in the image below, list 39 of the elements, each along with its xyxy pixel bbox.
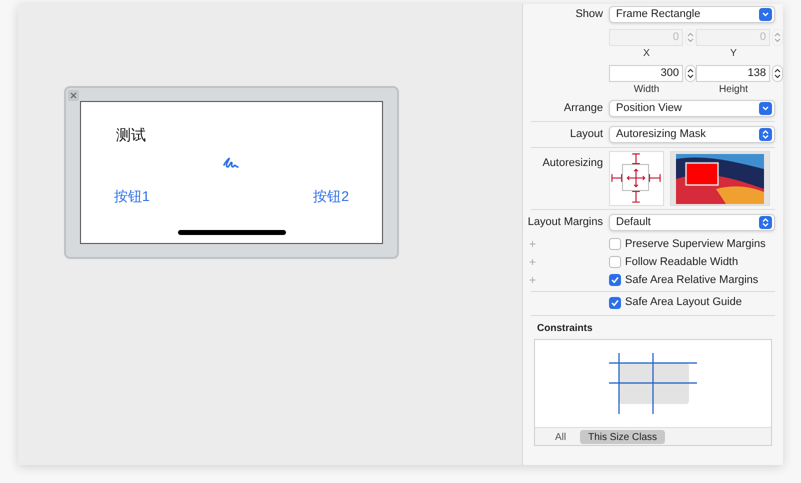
popup-chevron-icon (759, 128, 772, 141)
checkbox[interactable] (609, 296, 621, 308)
show-popup[interactable]: Frame Rectangle (609, 6, 775, 23)
field-caption: Y (730, 47, 738, 60)
popup-chevron-icon (759, 102, 772, 115)
arrange-popup[interactable]: Position View (609, 100, 775, 117)
checkbox[interactable] (609, 274, 621, 286)
checkbox-label: Follow Readable Width (625, 254, 738, 270)
checkbox[interactable] (609, 256, 621, 268)
stepper-icon[interactable] (772, 65, 783, 82)
text-button[interactable]: 按钮1 (114, 187, 150, 205)
stepper-icon[interactable] (685, 65, 696, 82)
scribble-icon (222, 155, 240, 171)
layout-margins-popup[interactable]: Default (609, 214, 775, 231)
number-field[interactable]: 138 (696, 65, 770, 82)
number-field[interactable]: 300 (609, 65, 683, 82)
section-title: Constraints (537, 322, 594, 336)
close-icon[interactable] (68, 90, 79, 101)
checkbox[interactable] (609, 238, 621, 250)
popup-chevron-icon (759, 216, 772, 229)
checkbox-label: Preserve Superview Margins (625, 236, 766, 252)
autoresizing-mask-drawing[interactable] (609, 151, 664, 206)
checkbox-label: Safe Area Relative Margins (625, 272, 758, 288)
title-label: 测试 (116, 127, 147, 145)
layout-popup[interactable]: Autoresizing Mask (609, 126, 775, 143)
field-label: Layout (568, 127, 603, 142)
segment-tab[interactable]: This Size Class (580, 430, 666, 444)
popup-chevron-icon (759, 8, 772, 21)
field-label: Autoresizing (541, 156, 603, 171)
field-caption: Width (634, 83, 660, 96)
field-label: Show (574, 7, 603, 22)
field-caption: X (643, 47, 651, 60)
checkbox-label: Safe Area Layout Guide (625, 295, 742, 310)
field-label: Arrange (562, 101, 603, 116)
scene-frame[interactable]: 测试 按钮1 按钮2 (64, 86, 399, 259)
segment-tab[interactable]: All (547, 430, 574, 444)
field-caption: Height (719, 83, 749, 96)
text-button[interactable]: 按钮2 (313, 187, 349, 205)
field-label: Layout Margins (526, 215, 603, 230)
